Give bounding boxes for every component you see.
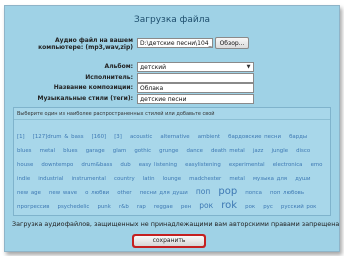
save-button-label: сохранить — [134, 236, 204, 246]
style-hint-text: Выберите один из наиболее распространенн… — [17, 111, 215, 117]
tag-link[interactable]: glam — [113, 148, 126, 154]
tag-link[interactable]: indie — [17, 176, 30, 182]
tag-link[interactable]: blues — [63, 148, 77, 154]
tag-link[interactable]: рок — [199, 201, 213, 210]
tag-link[interactable]: acoustic — [130, 134, 152, 140]
tag-link[interactable]: о любви — [85, 190, 109, 196]
tag-link[interactable]: поп любовь — [270, 190, 304, 196]
album-label: Альбом: — [104, 63, 133, 70]
style-suggestions-box: Выберите один из наиболее распространенн… — [13, 107, 331, 216]
tag-link[interactable]: русский рок — [281, 204, 317, 210]
tag-link[interactable]: industrial — [38, 176, 63, 182]
tag-link[interactable]: easy listening — [139, 162, 177, 168]
tag-link[interactable]: rok — [221, 200, 237, 211]
tag-link[interactable]: поп — [196, 187, 210, 196]
tag-link[interactable]: барды — [289, 134, 307, 140]
tag-link[interactable]: прогрессив — [17, 204, 49, 210]
tag-link[interactable]: other — [117, 190, 131, 196]
tag-link[interactable]: drum&bass — [81, 162, 112, 168]
tag-link[interactable]: new wave — [49, 190, 77, 196]
tag-link[interactable]: [127]drum & bass — [33, 134, 84, 140]
tag-link[interactable]: electronica — [273, 162, 303, 168]
song-title-input[interactable]: Облака — [137, 83, 254, 93]
copyright-notice: Загрузка аудиофайлов, защищенных не прин… — [12, 220, 340, 228]
tag-link[interactable]: бардовские песни — [228, 134, 281, 140]
tag-cloud: [1] [127]drum & bass [160] [3] acoustic … — [17, 128, 328, 214]
file-label: Аудио файл на вашем компьютере: (mp3,wav… — [38, 37, 133, 51]
song-title-label: Название композиции: — [53, 84, 133, 91]
tag-link[interactable]: музыка для — [253, 176, 287, 182]
tag-link[interactable]: [160] — [92, 134, 107, 140]
tag-link[interactable]: garage — [86, 148, 105, 154]
tag-link[interactable]: r&b — [119, 204, 129, 210]
artist-input[interactable] — [137, 73, 254, 83]
tag-link[interactable]: jungle — [271, 148, 288, 154]
tag-link[interactable]: grunge — [159, 148, 178, 154]
tag-link[interactable]: души — [295, 176, 310, 182]
artist-label: Исполнитель: — [85, 74, 133, 81]
chevron-down-icon: ▼ — [246, 64, 251, 70]
tag-link[interactable]: jazz — [253, 148, 263, 154]
tag-link[interactable]: blues — [17, 148, 31, 154]
browse-button[interactable]: Обзор... — [215, 37, 249, 49]
tag-link[interactable]: country — [114, 176, 135, 182]
tag-link[interactable]: metal — [40, 148, 55, 154]
tag-link[interactable]: house — [17, 162, 33, 168]
divider — [14, 119, 330, 120]
tag-link[interactable]: gothic — [134, 148, 151, 154]
style-tags-label: Музыкальные стили (теги): — [37, 95, 133, 102]
tag-link[interactable]: metal — [229, 176, 244, 182]
save-button[interactable]: сохранить — [132, 234, 206, 248]
tag-link[interactable]: alternative — [160, 134, 189, 140]
tag-link[interactable]: pop — [218, 186, 237, 197]
tag-link[interactable]: рус — [263, 204, 273, 210]
tag-link[interactable]: psychedelic — [58, 204, 90, 210]
tag-link[interactable]: death metal — [211, 148, 245, 154]
style-tags-input[interactable]: детские песни — [137, 94, 254, 104]
tag-link[interactable]: experimental — [229, 162, 265, 168]
tag-link[interactable]: ambient — [198, 134, 220, 140]
tag-link[interactable]: рок — [245, 204, 255, 210]
tag-link[interactable]: [1] — [17, 134, 25, 140]
tag-link[interactable]: disco — [296, 148, 310, 154]
tag-link[interactable]: downtempo — [41, 162, 73, 168]
tag-link[interactable]: reggae — [154, 204, 173, 210]
tag-link[interactable]: latin — [143, 176, 155, 182]
tag-link[interactable]: instrumental — [72, 176, 106, 182]
tag-link[interactable]: madchester — [189, 176, 221, 182]
album-select[interactable]: детский ▼ — [137, 62, 254, 72]
page-title: Загрузка файла — [134, 15, 210, 25]
tag-link[interactable]: dance — [186, 148, 202, 154]
file-path-field[interactable]: D:\детские песни\104_( — [137, 38, 213, 48]
tag-link[interactable]: попса — [245, 190, 262, 196]
tag-link[interactable]: emo — [311, 162, 323, 168]
tag-link[interactable]: dub — [120, 162, 130, 168]
tag-link[interactable]: рен — [181, 204, 191, 210]
tag-link[interactable]: rap — [137, 204, 146, 210]
tag-link[interactable]: easylistening — [185, 162, 221, 168]
album-select-value: детский — [140, 64, 167, 71]
upload-panel: Загрузка файла Аудио файл на вашем компь… — [4, 5, 340, 252]
tag-link[interactable]: песни для души — [140, 190, 188, 196]
tag-link[interactable]: new age — [17, 190, 41, 196]
tag-link[interactable]: lounge — [163, 176, 181, 182]
tag-link[interactable]: punk — [97, 204, 110, 210]
tag-link[interactable]: [3] — [114, 134, 122, 140]
